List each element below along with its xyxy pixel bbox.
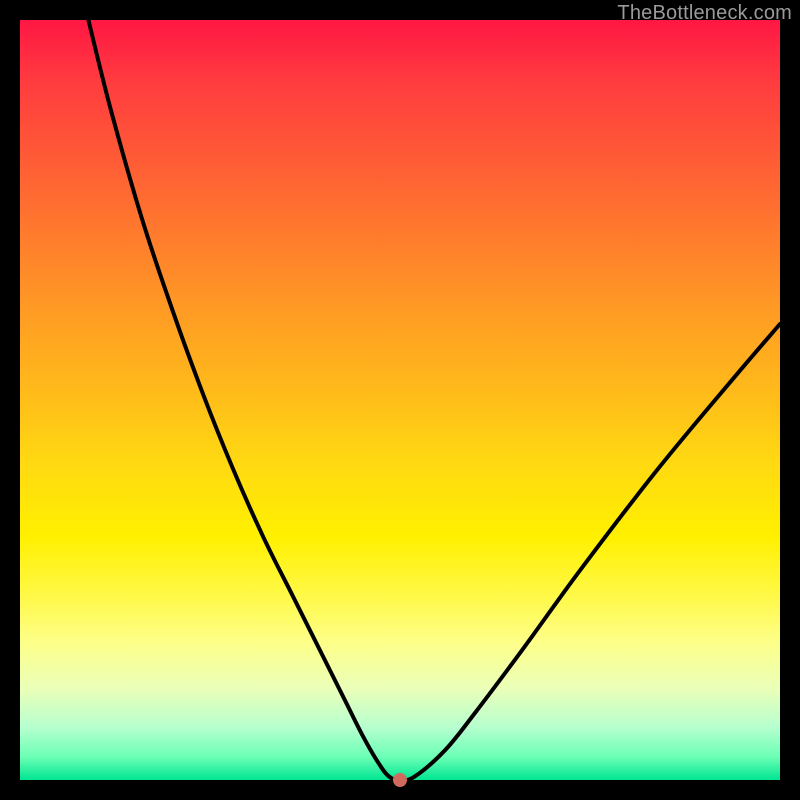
watermark-text: TheBottleneck.com xyxy=(617,2,792,25)
bottleneck-curve xyxy=(88,20,780,780)
min-point-marker xyxy=(393,773,407,787)
curve-layer xyxy=(20,20,780,780)
chart-frame: TheBottleneck.com xyxy=(0,0,800,800)
